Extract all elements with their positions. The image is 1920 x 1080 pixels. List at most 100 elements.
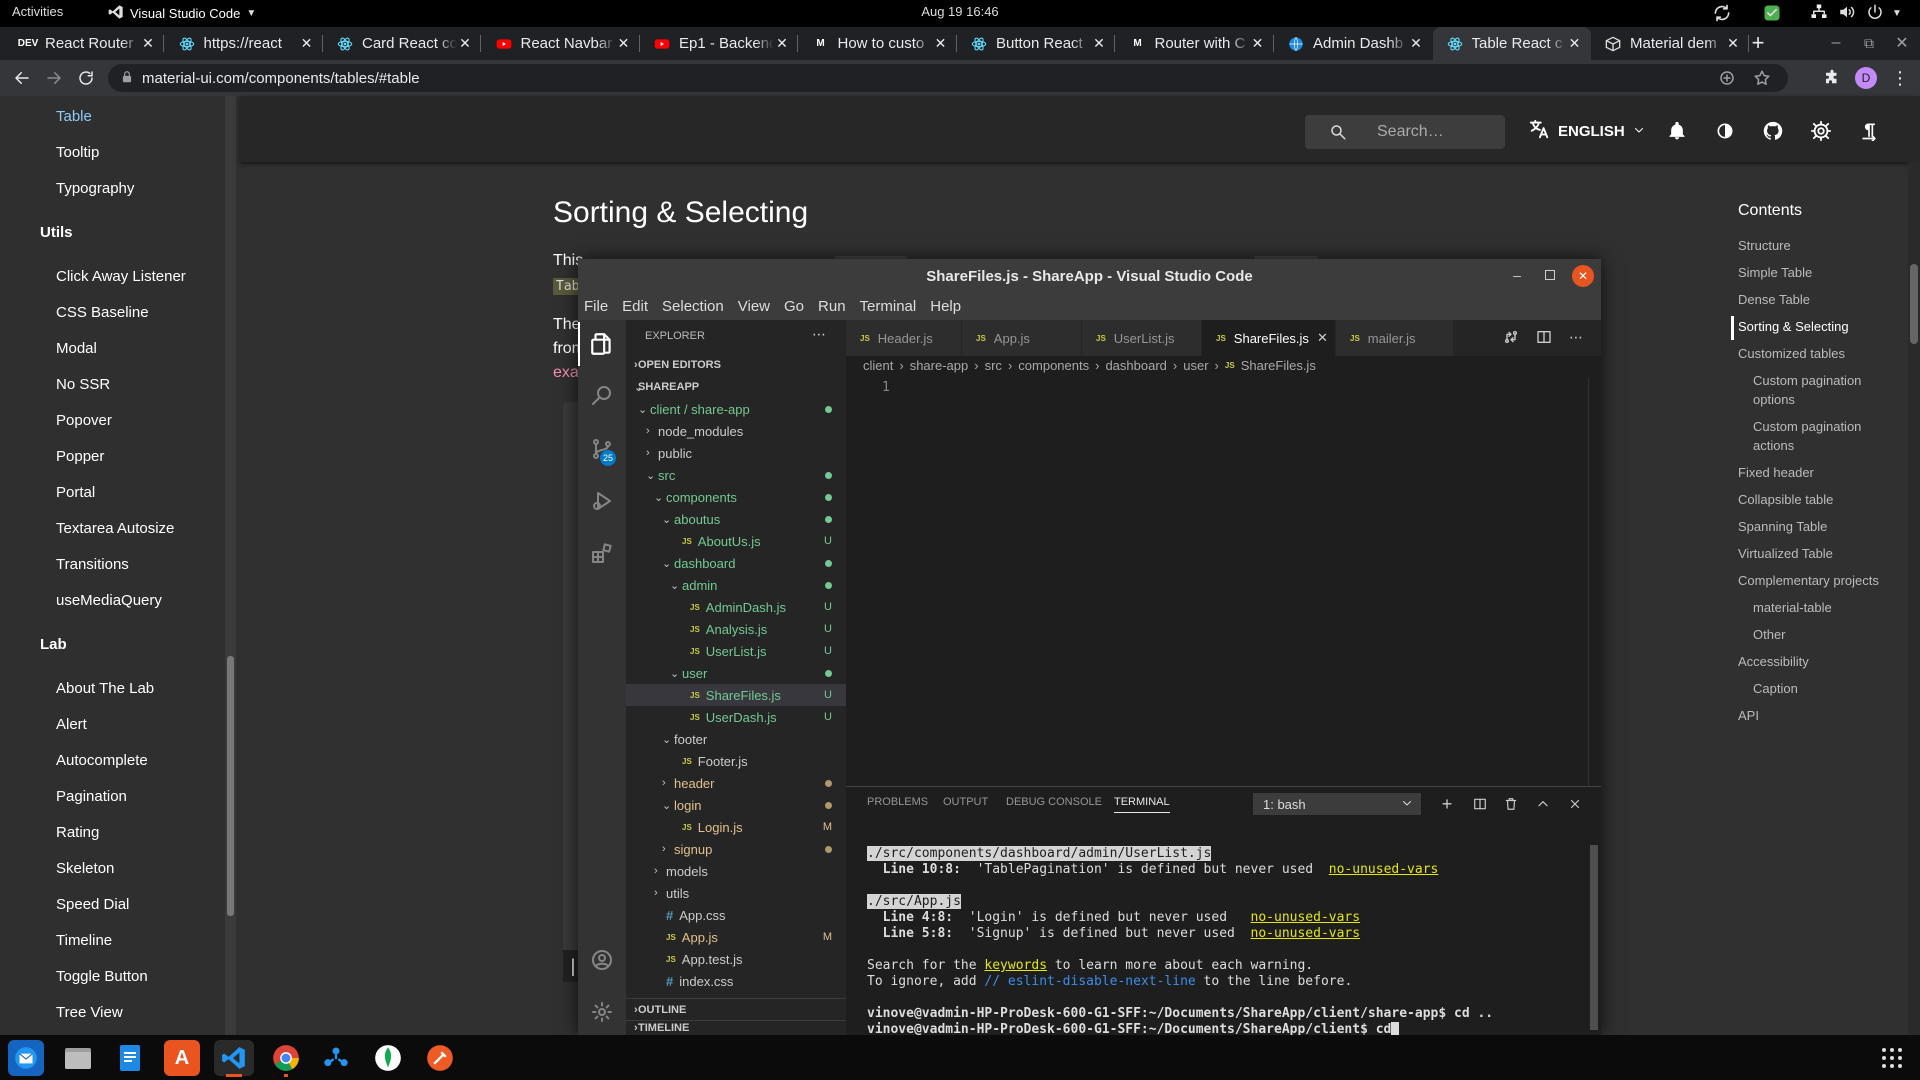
editor-tab[interactable]: JS mailer.js <box>1336 320 1454 356</box>
tree-folder[interactable]: ⌄ components <box>626 486 846 508</box>
tree-file[interactable]: # App.css <box>626 904 846 926</box>
close-panel-icon[interactable] <box>1564 793 1586 815</box>
toc-link[interactable]: Fixed header <box>1738 463 1908 482</box>
search-icon[interactable] <box>578 373 626 417</box>
nav-item[interactable]: Textarea Autosize <box>56 520 174 537</box>
tree-file[interactable]: JS AboutUs.js U <box>626 530 846 552</box>
nav-item[interactable]: Tree View <box>56 1004 123 1021</box>
menu-terminal[interactable]: Terminal <box>860 298 917 315</box>
tree-file[interactable]: JS Footer.js <box>626 750 846 772</box>
files-icon[interactable] <box>60 1040 96 1076</box>
nav-item[interactable]: No SSR <box>56 376 110 393</box>
close-window-button[interactable]: ✕ <box>1888 31 1916 55</box>
breadcrumb-segment[interactable]: components <box>1018 358 1089 373</box>
nav-item[interactable]: Rating <box>56 824 99 841</box>
profile-avatar[interactable]: D <box>1855 67 1877 89</box>
nav-item-active[interactable]: Table <box>56 108 92 125</box>
text-editor-icon[interactable] <box>112 1040 148 1076</box>
browser-tab-active[interactable]: Table React c ✕ <box>1432 27 1591 60</box>
split-editor-icon[interactable] <box>1533 326 1555 348</box>
maximize-panel-icon[interactable] <box>1532 793 1554 815</box>
editor-tab[interactable]: JS UserList.js <box>1082 320 1202 356</box>
run-debug-icon[interactable] <box>578 479 626 523</box>
toc-link[interactable]: Caption <box>1753 679 1873 698</box>
nav-item[interactable]: Toggle Button <box>56 968 148 985</box>
tree-folder[interactable]: › public <box>626 442 846 464</box>
software-center-icon[interactable]: A <box>164 1040 200 1076</box>
tree-file[interactable]: JS App.js M <box>626 926 846 948</box>
browser-tab[interactable]: React Navbar ✕ <box>482 27 640 60</box>
toc-link[interactable]: Other <box>1753 625 1873 644</box>
breadcrumb-segment[interactable]: src <box>985 358 1002 373</box>
nav-item[interactable]: Typography <box>56 180 134 197</box>
menu-selection[interactable]: Selection <box>662 298 724 315</box>
tree-file[interactable]: JS AdminDash.js U <box>626 596 846 618</box>
browser-tab[interactable]: https://react ✕ <box>165 27 323 60</box>
vscode-maximize-button[interactable] <box>1539 264 1561 286</box>
editor-tab[interactable]: JS Header.js <box>846 320 962 356</box>
split-terminal-icon[interactable] <box>1469 793 1491 815</box>
tree-folder[interactable]: ⌄ admin <box>626 574 846 596</box>
toc-link[interactable]: Collapsible table <box>1738 490 1908 509</box>
close-tab-icon[interactable]: ✕ <box>1091 35 1107 52</box>
explorer-files-icon[interactable] <box>578 322 626 366</box>
timeline-section[interactable]: › TIMELINE <box>626 1020 846 1035</box>
nav-group-lab[interactable]: Lab <box>40 636 67 653</box>
reload-button[interactable] <box>72 64 100 92</box>
breadcrumb-segment[interactable]: ShareFiles.js <box>1241 358 1316 373</box>
tree-file[interactable]: JS UserDash.js U <box>626 706 846 728</box>
breadcrumb-segment[interactable]: dashboard <box>1105 358 1166 373</box>
mongodb-compass-icon[interactable] <box>370 1040 406 1076</box>
close-tab-icon[interactable]: ✕ <box>1250 35 1266 52</box>
nav-item[interactable]: useMediaQuery <box>56 592 162 609</box>
caret-down-icon[interactable]: ▼ <box>1892 8 1902 19</box>
sidebar-scrollbar-thumb[interactable] <box>227 656 234 916</box>
editor-tab-active[interactable]: JS ShareFiles.js ✕ <box>1202 320 1336 356</box>
browser-tab[interactable]: Material dem ✕ <box>1591 27 1749 60</box>
nav-item[interactable]: Skeleton <box>56 860 114 877</box>
breadcrumb-segment[interactable]: client <box>863 358 893 373</box>
menu-go[interactable]: Go <box>784 298 804 315</box>
page-scrollbar[interactable] <box>1908 162 1920 1035</box>
nav-group-utils[interactable]: Utils <box>40 224 73 241</box>
power-icon[interactable] <box>1866 3 1884 24</box>
vscode-minimize-button[interactable]: – <box>1506 264 1528 286</box>
warning-rule-link[interactable]: no-unused-vars <box>1329 862 1439 877</box>
close-tab-icon[interactable]: ✕ <box>616 35 632 52</box>
text-direction-icon[interactable] <box>1856 118 1882 144</box>
breadcrumb-segment[interactable]: share-app <box>910 358 969 373</box>
close-tab-icon[interactable]: ✕ <box>774 35 790 52</box>
volume-icon[interactable] <box>1838 3 1856 24</box>
nav-item[interactable]: Click Away Listener <box>56 268 186 285</box>
chrome-icon[interactable] <box>268 1040 304 1076</box>
close-tab-icon[interactable]: ✕ <box>457 35 473 52</box>
tree-folder[interactable]: ⌄ src <box>626 464 846 486</box>
address-bar[interactable]: material-ui.com/components/tables/#table <box>108 64 1788 92</box>
nav-item[interactable]: Transitions <box>56 556 129 573</box>
theme-toggle-icon[interactable] <box>1712 118 1738 144</box>
new-tab-button[interactable]: + <box>1744 29 1772 57</box>
nav-item[interactable]: Popper <box>56 448 104 465</box>
postman-icon[interactable] <box>422 1040 458 1076</box>
vscode-dock-icon[interactable] <box>214 1040 254 1076</box>
close-tab-icon[interactable]: ✕ <box>1725 35 1741 52</box>
toc-link[interactable]: Dense Table <box>1738 290 1908 309</box>
keywords-link[interactable]: keywords <box>984 958 1047 973</box>
open-editors-section[interactable]: › OPEN EDITORS <box>626 354 846 376</box>
notifications-bell-icon[interactable] <box>1664 118 1690 144</box>
page-scrollbar-thumb[interactable] <box>1910 264 1918 344</box>
nav-item[interactable]: Modal <box>56 340 97 357</box>
tree-folder[interactable]: ⌄ user <box>626 662 846 684</box>
shield-check-icon[interactable] <box>1762 3 1782 26</box>
nav-item[interactable]: Autocomplete <box>56 752 148 769</box>
tree-file[interactable]: JS UserList.js U <box>626 640 846 662</box>
terminal-scrollbar-thumb[interactable] <box>1590 845 1598 1030</box>
browser-tab[interactable]: M Router with C ✕ <box>1116 27 1274 60</box>
warning-rule-link[interactable]: no-unused-vars <box>1251 926 1361 941</box>
nav-item[interactable]: Alert <box>56 716 87 733</box>
tree-file[interactable]: JS Analysis.js U <box>626 618 846 640</box>
tree-folder[interactable]: › node_modules <box>626 420 846 442</box>
editor-scrollbar[interactable] <box>1588 378 1601 786</box>
toc-link[interactable]: Custom pagination options <box>1753 371 1873 409</box>
editor-tab[interactable]: JS App.js <box>962 320 1082 356</box>
